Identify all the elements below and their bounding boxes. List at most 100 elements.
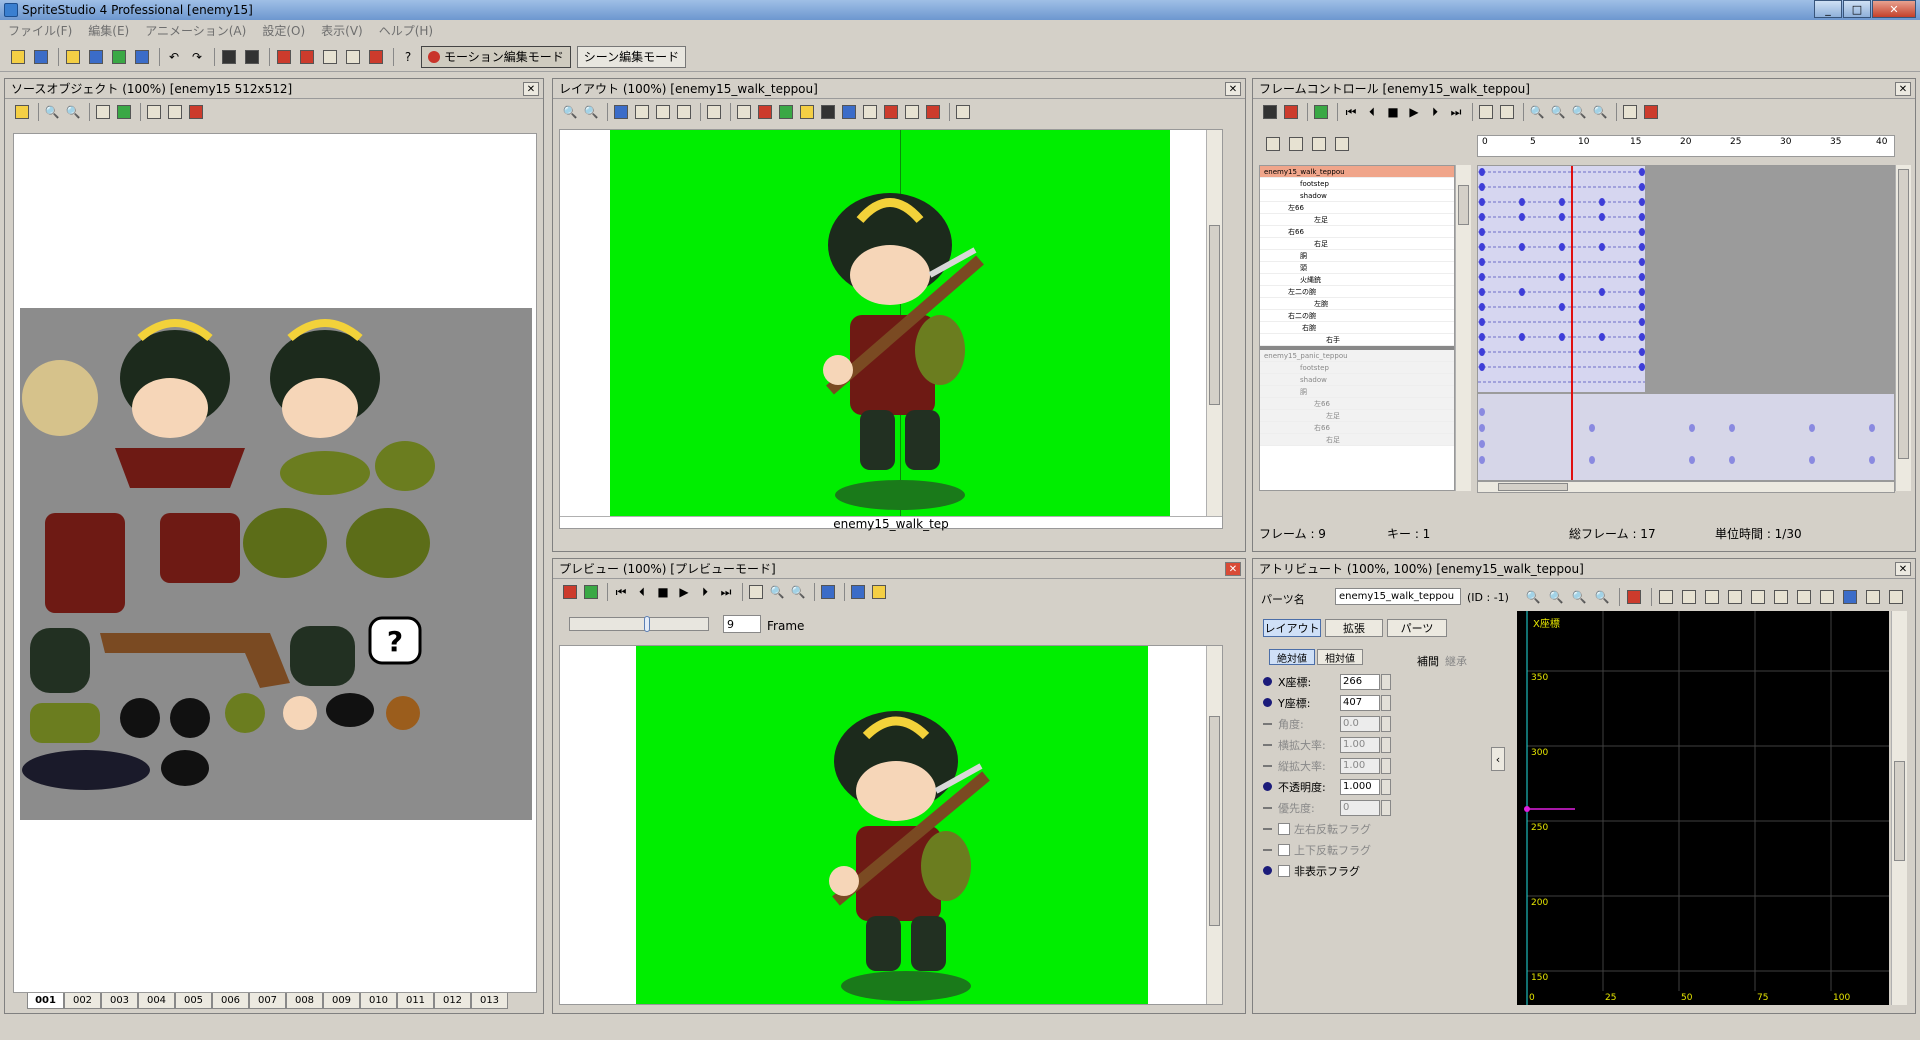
preview-prev-icon[interactable]: ⏴ [633,583,651,601]
frame-first-icon[interactable]: ⏮ [1342,103,1360,121]
frame-next-icon[interactable]: ⏵ [1426,103,1444,121]
source-tab-004[interactable]: 004 [138,993,175,1009]
move-tool-icon[interactable] [612,103,630,121]
frame-view1-icon[interactable] [1621,103,1639,121]
graph-tool9-icon[interactable] [1817,587,1837,607]
part-name-field[interactable]: enemy15_walk_teppou [1335,588,1461,605]
layout-frame-icon[interactable] [819,103,837,121]
frame-play-icon[interactable]: ▶ [1405,103,1423,121]
tree-item[interactable]: 胴 [1260,386,1454,398]
preview-zoom-in-icon[interactable]: 🔍 [768,583,786,601]
rotate-tool-icon[interactable] [633,103,651,121]
marker-icon[interactable] [187,103,205,121]
frame-loop-icon[interactable] [1261,103,1279,121]
layout-extra-icon[interactable] [954,103,972,121]
scale-x-input[interactable]: 1.00 [1340,736,1380,753]
timeline-ruler[interactable]: 0 5 10 15 20 25 30 35 40 [1477,135,1895,157]
graph-tool12-icon[interactable] [1886,587,1906,607]
tree-item[interactable]: shadow [1260,190,1454,202]
preview-slider-thumb[interactable] [644,616,650,632]
frame-zoom-out-icon[interactable]: 🔍 [1549,103,1567,121]
tree-item[interactable]: footstep [1260,178,1454,190]
attribute-panel-close-button[interactable]: ✕ [1895,562,1911,576]
scale-y-spinner[interactable] [1381,757,1391,774]
layout-alert-icon[interactable] [924,103,942,121]
tree-item[interactable]: 左66 [1260,398,1454,410]
tree-item[interactable]: 左66 [1260,202,1454,214]
preview-play-icon[interactable]: ▶ [675,583,693,601]
tree-item[interactable]: 左足 [1260,214,1454,226]
scale-tool-icon[interactable] [654,103,672,121]
frame-stop-icon[interactable]: ■ [1384,103,1402,121]
menu-edit[interactable]: 編集(E) [80,22,137,39]
layout-curve-icon[interactable] [861,103,879,121]
y-position-spinner[interactable] [1381,694,1391,711]
preview-bg-icon[interactable] [582,583,600,601]
menu-animation[interactable]: アニメーション(A) [137,22,254,39]
preview-frame-slider[interactable] [569,616,709,632]
layout-grid-icon[interactable] [735,103,753,121]
open-image-icon[interactable] [13,103,31,121]
open-icon[interactable] [8,47,28,67]
source-tab-005[interactable]: 005 [175,993,212,1009]
preview-last-icon[interactable]: ⏭ [717,583,735,601]
preview-save-icon[interactable] [819,583,837,601]
collapse-attr-button[interactable]: ‹ [1491,747,1505,771]
preview-first-icon[interactable]: ⏮ [612,583,630,601]
tree-item[interactable]: 右手 [1260,334,1454,346]
open-project-icon[interactable] [63,47,83,67]
layout-zoom-in-icon[interactable]: 🔍 [561,103,579,121]
source-canvas[interactable]: ? [13,133,537,993]
frame-film-icon[interactable] [1282,103,1300,121]
select-icon[interactable] [145,103,163,121]
layout-vscroll[interactable] [1206,130,1222,516]
grid-icon[interactable] [94,103,112,121]
crop-icon[interactable] [166,103,184,121]
relative-value-button[interactable]: 相対値 [1317,649,1363,665]
graph-tool10-icon[interactable] [1840,587,1860,607]
graph-tool2-icon[interactable] [1656,587,1676,607]
tree-item[interactable]: 火縄銃 [1260,274,1454,286]
tree-part-icon[interactable] [1286,134,1306,154]
source-tab-002[interactable]: 002 [64,993,101,1009]
frame-last-icon[interactable]: ⏭ [1447,103,1465,121]
preview-next-icon[interactable]: ⏵ [696,583,714,601]
flip-h-checkbox[interactable] [1278,822,1290,835]
attr-tab-parts[interactable]: パーツ [1387,619,1447,637]
layout-panel-close-button[interactable]: ✕ [1225,82,1241,96]
tree-item[interactable]: 頭 [1260,262,1454,274]
source-tab-006[interactable]: 006 [212,993,249,1009]
angle-spinner[interactable] [1381,715,1391,732]
preview-zoom-out-icon[interactable]: 🔍 [789,583,807,601]
keyframe-hscroll[interactable] [1477,481,1895,493]
bone-icon[interactable] [705,103,723,121]
motion-mode-button[interactable]: モーション編集モード [421,45,571,68]
grid-color-icon[interactable] [115,103,133,121]
save-icon[interactable] [31,47,51,67]
keyframe-vscroll[interactable] [1895,165,1911,491]
source-tab-001[interactable]: 001 [27,993,64,1009]
source-tab-007[interactable]: 007 [249,993,286,1009]
scale-y-input[interactable]: 1.00 [1340,757,1380,774]
tree-item[interactable]: 左二の腕 [1260,286,1454,298]
preview-vscroll[interactable] [1206,646,1222,1004]
graph-tool6-icon[interactable] [1748,587,1768,607]
graph-tool11-icon[interactable] [1863,587,1883,607]
tree-item[interactable]: 左足 [1260,410,1454,422]
frame-view2-icon[interactable] [1642,103,1660,121]
pivot-tool-icon[interactable] [675,103,693,121]
tree-move-icon[interactable] [1309,134,1329,154]
graph-tool4-icon[interactable] [1702,587,1722,607]
preview-repeat-icon[interactable] [747,583,765,601]
window-layout-1-icon[interactable] [274,47,294,67]
absolute-value-button[interactable]: 絶対値 [1269,649,1315,665]
graph-tool1-icon[interactable] [1624,587,1644,607]
source-tab-013[interactable]: 013 [471,993,508,1009]
opacity-spinner[interactable] [1381,778,1391,795]
frame-insert-icon[interactable] [1312,103,1330,121]
preview-panel-close-button[interactable]: ✕ [1225,562,1241,576]
window-layout-3-icon[interactable] [320,47,340,67]
frame-zoom-fit-icon[interactable]: 🔍 [1570,103,1588,121]
tool-a-icon[interactable] [219,47,239,67]
tree-item[interactable]: 右足 [1260,434,1454,446]
